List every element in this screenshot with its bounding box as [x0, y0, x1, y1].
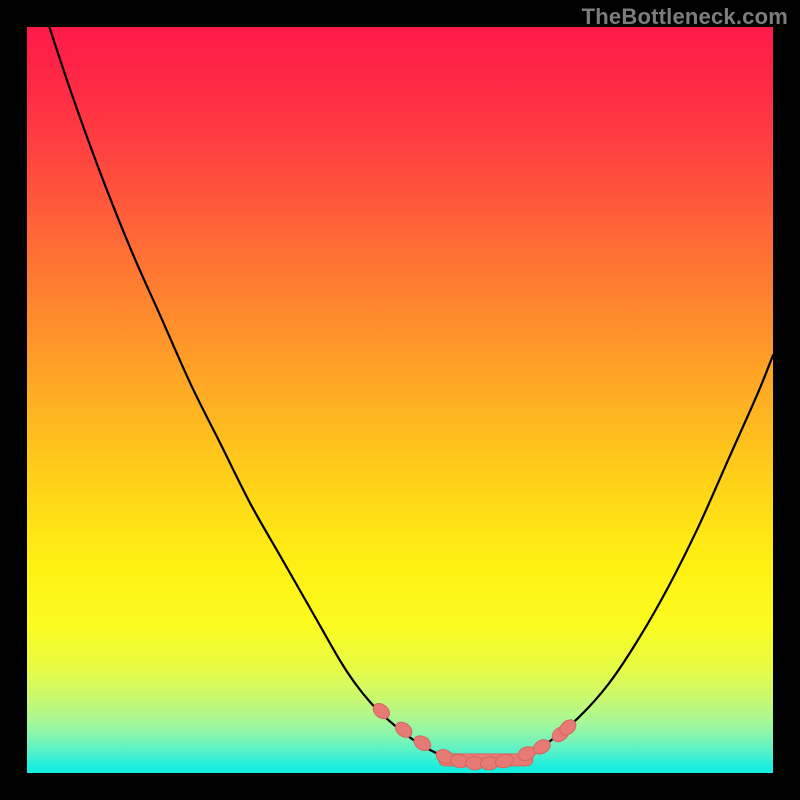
chart-plot-area	[27, 27, 773, 773]
chart-frame: TheBottleneck.com	[0, 0, 800, 800]
basin-markers-group	[370, 700, 579, 770]
basin-marker	[370, 700, 392, 722]
curve-path	[49, 27, 773, 764]
watermark-label: TheBottleneck.com	[582, 4, 788, 30]
bottleneck-curve	[27, 27, 773, 773]
